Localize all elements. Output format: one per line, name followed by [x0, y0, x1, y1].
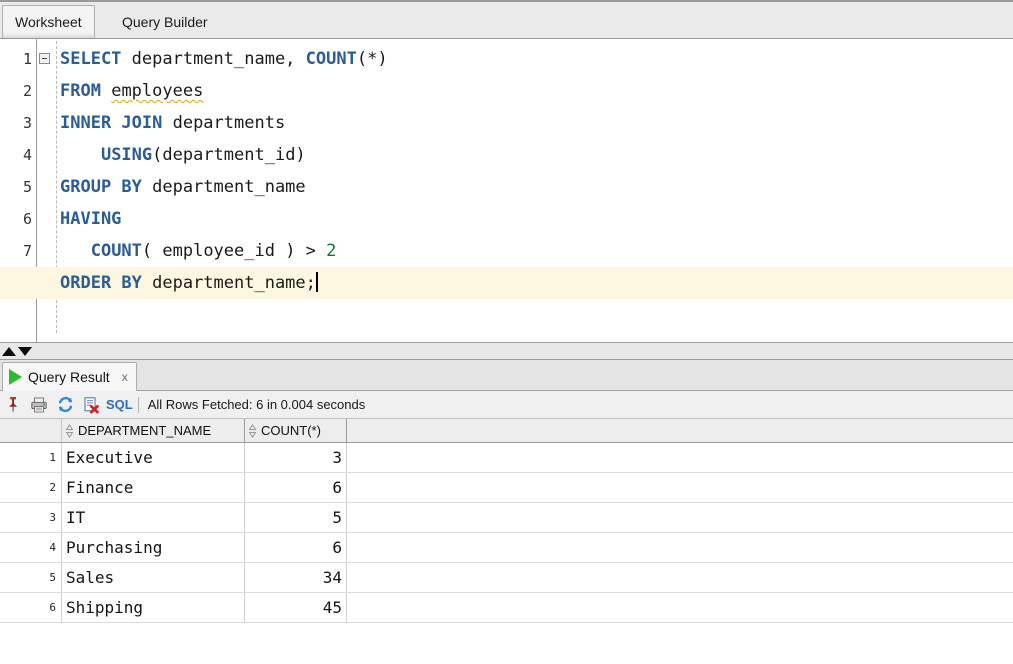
- tab-query-builder[interactable]: Query Builder: [110, 5, 220, 38]
- code-line[interactable]: COUNT( employee_id ) > 2: [0, 235, 1013, 267]
- code-token: (department_id): [152, 145, 306, 165]
- tab-worksheet-label: Worksheet: [15, 14, 82, 30]
- row-number[interactable]: 1: [0, 443, 62, 472]
- code-token: department_name,: [121, 49, 306, 69]
- code-token: (*): [356, 49, 388, 69]
- code-token: ( employee_id ) >: [141, 241, 327, 261]
- code-token: INNER JOIN: [60, 113, 163, 133]
- code-token: GROUP BY: [60, 177, 142, 197]
- code-token: FROM: [60, 81, 101, 101]
- print-icon[interactable]: [26, 393, 52, 417]
- tab-query-builder-label: Query Builder: [122, 13, 208, 30]
- code-line[interactable]: FROM employees: [0, 75, 1013, 107]
- editor-result-splitter[interactable]: [0, 342, 1013, 360]
- code-token: SELECT: [60, 49, 122, 69]
- row-number[interactable]: 2: [0, 473, 62, 502]
- refresh-icon[interactable]: [52, 393, 78, 417]
- play-icon: [9, 369, 22, 385]
- cell-count[interactable]: 3: [245, 443, 347, 472]
- triangle-up-icon[interactable]: [2, 347, 16, 356]
- column-header[interactable]: COUNT(*): [245, 419, 347, 442]
- cell-count[interactable]: 6: [245, 533, 347, 562]
- code-token: departments: [162, 113, 286, 133]
- cell-department-name[interactable]: Shipping: [62, 593, 245, 622]
- cell-department-name[interactable]: Purchasing: [62, 533, 245, 562]
- cell-department-name[interactable]: Sales: [62, 563, 245, 592]
- toolbar-separator: [137, 396, 139, 413]
- sql-button[interactable]: SQL: [106, 397, 133, 412]
- row-number[interactable]: 4: [0, 533, 62, 562]
- tab-worksheet[interactable]: Worksheet: [2, 5, 95, 38]
- cell-department-name[interactable]: Finance: [62, 473, 245, 502]
- grid-corner-cell: [0, 419, 62, 442]
- code-token: department_name: [141, 177, 306, 197]
- sort-icon: [65, 423, 74, 438]
- cell-department-name[interactable]: Executive: [62, 443, 245, 472]
- editor-tab-strip: Worksheet Query Builder: [0, 0, 1013, 39]
- cell-count[interactable]: 5: [245, 503, 347, 532]
- code-token: USING: [100, 145, 153, 165]
- code-line[interactable]: USING(department_id): [0, 139, 1013, 171]
- sql-worksheet-editor[interactable]: 12345678 SELECT department_name, COUNT(*…: [0, 39, 1013, 342]
- code-area[interactable]: SELECT department_name, COUNT(*) FROM emp…: [0, 39, 1013, 342]
- column-header-label: DEPARTMENT_NAME: [78, 423, 212, 438]
- result-tab-strip: Query Result x: [0, 360, 1013, 391]
- result-toolbar: SQL All Rows Fetched: 6 in 0.004 seconds: [0, 391, 1013, 419]
- code-token: employees: [111, 81, 204, 101]
- code-token: COUNT: [305, 49, 357, 69]
- table-row[interactable]: 2 Finance 6: [0, 473, 1013, 503]
- code-token: department_name;: [141, 273, 316, 293]
- code-line[interactable]: GROUP BY department_name: [0, 171, 1013, 203]
- sort-icon: [248, 423, 257, 438]
- table-row[interactable]: 6 Shipping 45: [0, 593, 1013, 623]
- tab-query-result-label: Query Result: [28, 369, 110, 385]
- column-header-label: COUNT(*): [261, 423, 321, 438]
- row-number[interactable]: 3: [0, 503, 62, 532]
- cell-department-name[interactable]: IT: [62, 503, 245, 532]
- result-grid-body: 1 Executive 3 2 Finance 6 3 IT 5 4 Purchasing 6 5 Sal…: [0, 443, 1013, 623]
- clear-icon[interactable]: [78, 393, 104, 417]
- table-row[interactable]: 5 Sales 34: [0, 563, 1013, 593]
- column-header[interactable]: DEPARTMENT_NAME: [62, 419, 245, 442]
- code-line[interactable]: HAVING: [0, 203, 1013, 235]
- query-result-panel: Query Result x SQL All Rows Fetched: 6 i…: [0, 360, 1013, 664]
- row-number[interactable]: 5: [0, 563, 62, 592]
- table-row[interactable]: 4 Purchasing 6: [0, 533, 1013, 563]
- row-number[interactable]: 6: [0, 593, 62, 622]
- result-grid-header: DEPARTMENT_NAME COUNT(*): [0, 419, 1013, 443]
- status-text: All Rows Fetched: 6 in 0.004 seconds: [147, 397, 366, 412]
- pin-icon[interactable]: [0, 393, 26, 417]
- code-line[interactable]: ORDER BY department_name;: [0, 267, 1013, 299]
- code-token: COUNT: [90, 241, 142, 261]
- code-token: ORDER BY: [60, 273, 142, 293]
- text-cursor: [315, 272, 318, 292]
- cell-count[interactable]: 45: [245, 593, 347, 622]
- close-icon[interactable]: x: [122, 370, 128, 384]
- triangle-down-icon[interactable]: [18, 347, 32, 356]
- code-token: 2: [326, 241, 337, 261]
- code-line[interactable]: INNER JOIN departments: [0, 107, 1013, 139]
- result-grid[interactable]: DEPARTMENT_NAME COUNT(*) 1 Executive 3 2 Fina…: [0, 419, 1013, 664]
- code-line[interactable]: SELECT department_name, COUNT(*): [0, 43, 1013, 75]
- table-row[interactable]: 1 Executive 3: [0, 443, 1013, 473]
- table-row[interactable]: 3 IT 5: [0, 503, 1013, 533]
- code-token: HAVING: [60, 209, 122, 229]
- cell-count[interactable]: 34: [245, 563, 347, 592]
- cell-count[interactable]: 6: [245, 473, 347, 502]
- tab-query-result[interactable]: Query Result x: [2, 362, 137, 391]
